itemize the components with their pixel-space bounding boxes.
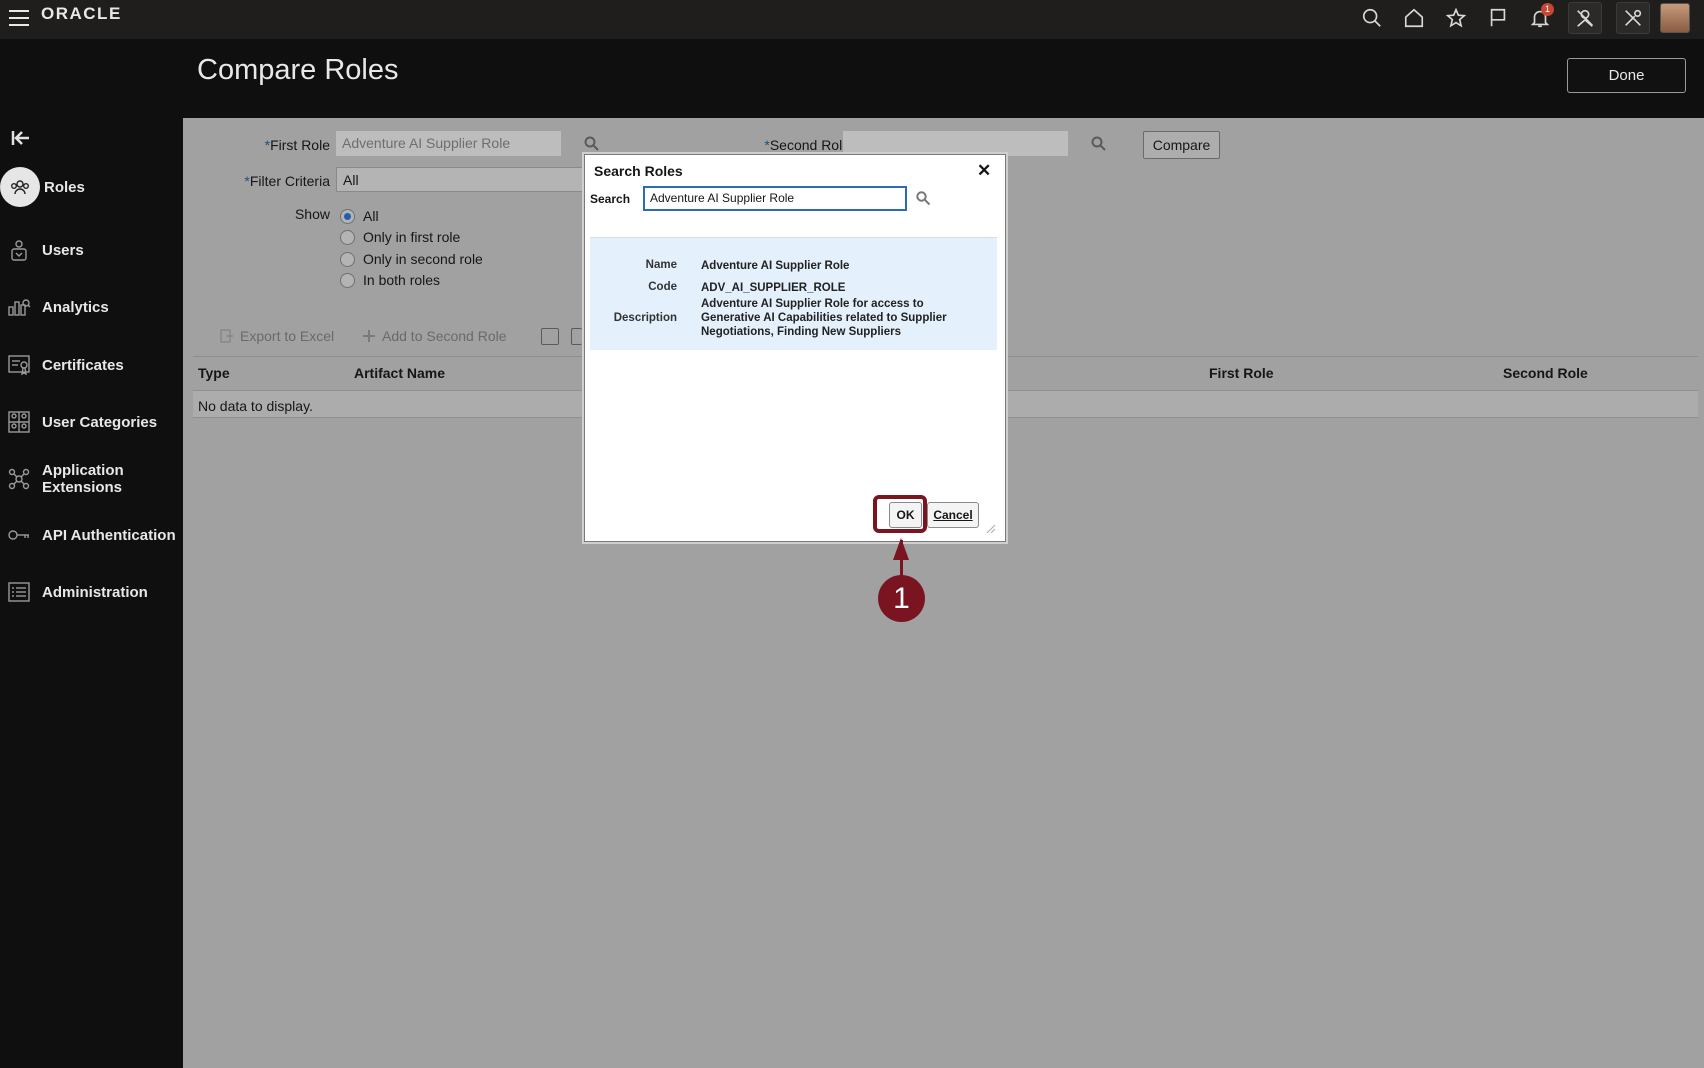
settings-tool-icon[interactable] — [1616, 2, 1650, 34]
oracle-logo: ORACLE — [41, 4, 122, 23]
sidebar-item-label: Roles — [44, 178, 85, 196]
sidebar-item-analytics[interactable]: Analytics — [0, 295, 109, 319]
global-icons: 1 — [1344, 2, 1690, 34]
users-icon — [0, 238, 38, 262]
flag-icon[interactable] — [1484, 4, 1512, 32]
sidebar-item-application-extensions[interactable]: Application Extensions — [0, 462, 124, 496]
person-pin-icon[interactable] — [1568, 2, 1602, 34]
sidebar: Roles Users Analytics Certificates User … — [0, 118, 183, 1068]
show-label: Show — [294, 206, 330, 222]
second-role-input[interactable] — [843, 131, 1068, 156]
bell-icon[interactable]: 1 — [1526, 3, 1554, 32]
close-icon[interactable]: ✕ — [977, 161, 991, 181]
detach-icon[interactable] — [571, 328, 582, 345]
sidebar-item-user-categories[interactable]: User Categories — [0, 410, 157, 434]
radio-show-only-first[interactable]: Only in first role — [340, 229, 460, 245]
sidebar-item-label: Application Extensions — [42, 462, 124, 496]
filter-icon[interactable] — [541, 328, 559, 345]
second-role-label: *Second Role — [764, 137, 850, 153]
administration-icon — [0, 580, 38, 604]
excel-icon — [220, 329, 233, 343]
callout-line — [900, 540, 903, 580]
sidebar-item-roles[interactable]: Roles — [0, 167, 85, 207]
radio-button[interactable] — [340, 272, 355, 288]
menu-icon[interactable] — [9, 10, 29, 26]
second-role-search-icon[interactable] — [1091, 136, 1107, 152]
key-icon — [0, 523, 38, 547]
add-to-second-role-button[interactable]: Add to Second Role — [362, 328, 507, 344]
sidebar-item-label: User Categories — [42, 413, 158, 431]
sidebar-item-label: Certificates — [42, 356, 124, 374]
application-extensions-icon — [0, 467, 38, 491]
collapse-sidebar-icon[interactable] — [10, 128, 32, 148]
search-result-row[interactable]: Name Adventure AI Supplier Role Code ADV… — [590, 237, 997, 350]
radio-button[interactable] — [340, 251, 355, 267]
sidebar-item-certificates[interactable]: Certificates — [0, 353, 124, 377]
result-name: Adventure AI Supplier Role — [701, 260, 850, 272]
notification-badge: 1 — [1541, 3, 1554, 16]
top-bar: ORACLE 1 — [0, 0, 1704, 39]
user-categories-icon — [0, 410, 38, 434]
roles-icon — [0, 167, 40, 207]
result-description-label: Description — [613, 312, 677, 324]
sidebar-item-label: Users — [42, 241, 84, 259]
first-role-input[interactable]: Adventure AI Supplier Role — [336, 131, 561, 156]
filter-criteria-select[interactable]: All — [336, 167, 584, 192]
result-code: ADV_AI_SUPPLIER_ROLE — [701, 282, 846, 294]
sidebar-item-administration[interactable]: Administration — [0, 580, 148, 604]
radio-button[interactable] — [340, 208, 355, 224]
col-header-first-role[interactable]: First Role — [1209, 365, 1274, 381]
plus-icon — [363, 330, 375, 342]
star-icon[interactable] — [1442, 4, 1470, 32]
step-number-badge: 1 — [878, 575, 925, 622]
cancel-button[interactable]: Cancel — [927, 502, 979, 528]
col-header-type[interactable]: Type — [198, 365, 230, 381]
done-button[interactable]: Done — [1567, 58, 1686, 93]
sidebar-item-label: Analytics — [42, 298, 109, 316]
result-code-label: Code — [648, 281, 677, 293]
page-title: Compare Roles — [197, 54, 399, 86]
radio-show-only-second[interactable]: Only in second role — [340, 251, 483, 267]
first-role-search-icon[interactable] — [584, 136, 600, 152]
radio-show-both[interactable]: In both roles — [340, 272, 440, 288]
analytics-icon — [0, 295, 38, 319]
search-roles-dialog: Search Roles ✕ Search Adventure AI Suppl… — [584, 154, 1006, 542]
result-name-label: Name — [645, 259, 677, 271]
filter-criteria-label: *Filter Criteria — [244, 173, 330, 189]
first-role-label: *First Role — [264, 137, 330, 153]
search-icon[interactable] — [1358, 4, 1386, 32]
col-header-second-role[interactable]: Second Role — [1503, 365, 1588, 381]
ok-button-highlight — [873, 495, 927, 533]
radio-show-all[interactable]: All — [340, 208, 379, 224]
sidebar-item-label: Administration — [42, 583, 148, 601]
certificates-icon — [0, 353, 38, 377]
result-description: Adventure AI Supplier Role for access to… — [701, 298, 947, 338]
resize-grip-icon[interactable] — [985, 523, 995, 533]
sidebar-item-users[interactable]: Users — [0, 238, 84, 262]
avatar[interactable] — [1660, 3, 1690, 33]
home-icon[interactable] — [1400, 4, 1428, 32]
empty-table-message: No data to display. — [198, 398, 313, 414]
col-header-artifact-name[interactable]: Artifact Name — [354, 365, 445, 381]
sidebar-item-api-authentication[interactable]: API Authentication — [0, 523, 176, 547]
dialog-search-label: Search — [590, 192, 631, 206]
radio-button[interactable] — [340, 229, 355, 245]
dialog-search-input[interactable]: Adventure AI Supplier Role — [643, 186, 907, 211]
export-to-excel-button[interactable]: Export to Excel — [220, 328, 334, 344]
dialog-title: Search Roles — [594, 163, 683, 179]
compare-button[interactable]: Compare — [1143, 131, 1220, 159]
sidebar-item-label: API Authentication — [42, 526, 176, 544]
dialog-search-icon[interactable] — [916, 191, 931, 206]
